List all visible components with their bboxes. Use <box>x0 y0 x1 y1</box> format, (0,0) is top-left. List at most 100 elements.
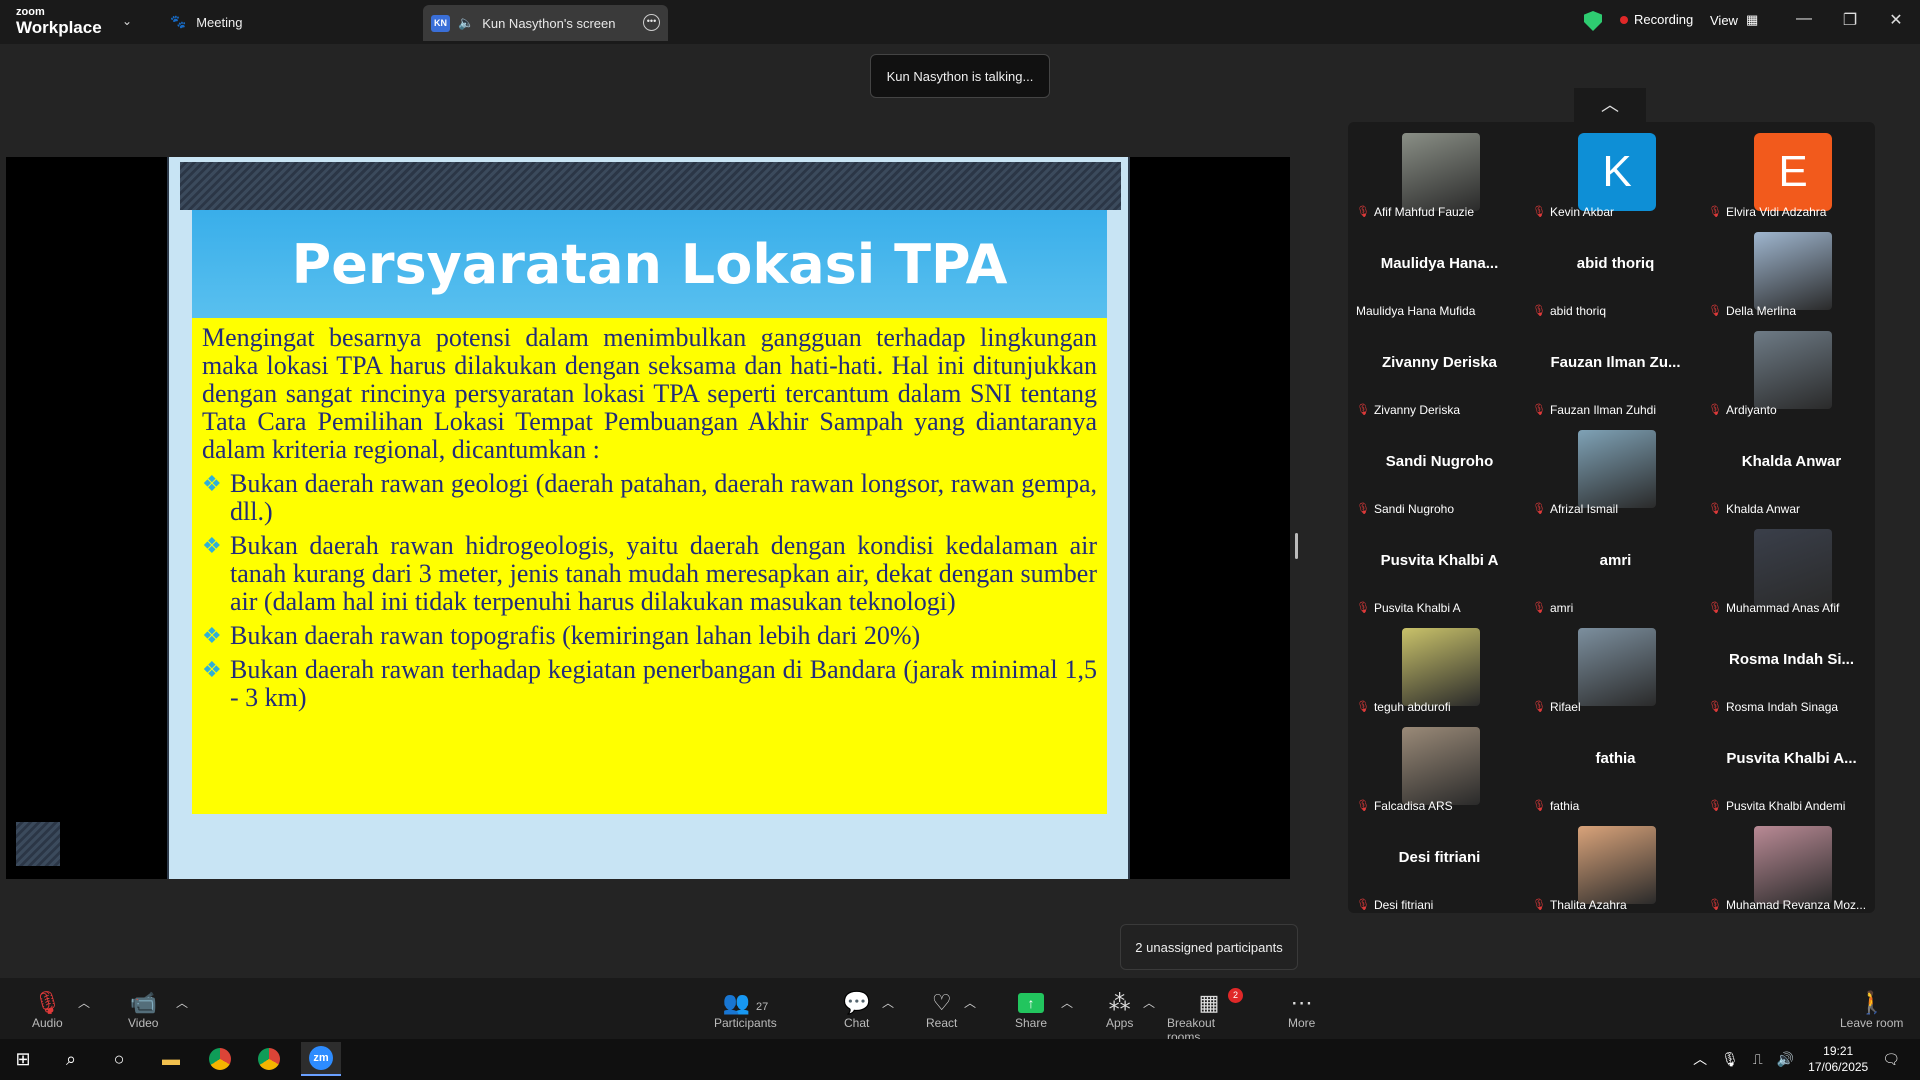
network-icon[interactable]: ⎍ <box>1753 1051 1763 1068</box>
unassigned-tooltip: 2 unassigned participants <box>1120 924 1298 970</box>
participant-video <box>1754 331 1832 409</box>
title-bar: zoom Workplace ⌄ 🐾 Meeting KN 🔈 Kun Nasy… <box>0 0 1920 44</box>
volume-icon[interactable]: 🔊 <box>1777 1051 1794 1068</box>
shared-screen: Persyaratan Lokasi TPA Mengingat besarny… <box>6 157 1290 879</box>
tab-shared-screen[interactable]: KN 🔈 Kun Nasython's screen ••• <box>423 5 668 41</box>
participant-tile[interactable]: Khalda Anwar 🎙 Khalda Anwar <box>1704 419 1875 518</box>
participant-tile[interactable]: 🎙 Della Merlina <box>1704 221 1875 320</box>
close-button[interactable]: ✕ <box>1886 10 1906 30</box>
bullet-text: Bukan daerah rawan geologi (daerah patah… <box>230 469 1097 526</box>
participant-tile[interactable]: 🎙 Muhammad Anas Afif <box>1704 518 1875 617</box>
mic-muted-icon: 🎙 <box>1708 602 1722 614</box>
collapse-gallery-button[interactable]: ︿ <box>1574 88 1646 122</box>
participant-video <box>1754 232 1832 310</box>
presenter-badge: KN <box>431 14 450 32</box>
share-options-caret[interactable]: ︿ <box>1061 994 1073 1011</box>
participant-tile[interactable]: Pusvita Khalbi A... 🎙 Pusvita Khalbi Andem… <box>1704 716 1875 815</box>
participant-tile[interactable]: Fauzan Ilman Zu... 🎙 Fauzan Ilman Zuhdi <box>1528 320 1703 419</box>
mic-muted-icon: 🎙 <box>1708 404 1722 416</box>
apps-label: Apps <box>1106 1016 1134 1030</box>
participant-name: Kevin Akbar <box>1549 204 1615 219</box>
chrome-icon[interactable] <box>207 1046 233 1072</box>
participant-display-name: Pusvita Khalbi A <box>1380 552 1499 569</box>
participant-display-name: Maulidya Hana... <box>1380 255 1499 272</box>
share-button[interactable]: ↑ Share <box>1015 990 1047 1030</box>
react-button[interactable]: ♡ React <box>926 990 957 1030</box>
participant-video <box>1402 727 1480 805</box>
logo-bottom: Workplace <box>16 18 102 37</box>
participant-tile[interactable]: 🎙 Falcadisa ARS <box>1352 716 1527 815</box>
participant-tile[interactable]: fathia 🎙 fathia <box>1528 716 1703 815</box>
chat-options-caret[interactable]: ︿ <box>882 994 894 1011</box>
slide-bullet: ❖ Bukan daerah rawan topografis (kemirin… <box>202 622 1097 650</box>
participant-tile[interactable]: 🎙 Thalita Azahra <box>1528 815 1703 913</box>
participants-button[interactable]: 👥 27 Participants <box>714 990 777 1030</box>
participant-tile[interactable]: 🎙 Muhamad Revanza Moz... <box>1704 815 1875 913</box>
breakout-rooms-button[interactable]: ▦ 2 Breakout rooms <box>1167 988 1251 1044</box>
logo-top: zoom <box>16 6 45 18</box>
chevron-down-icon[interactable]: ⌄ <box>122 14 132 28</box>
recording-indicator[interactable]: Recording <box>1620 12 1693 27</box>
leave-room-button[interactable]: 🚶 Leave room <box>1840 990 1903 1030</box>
participant-tile[interactable]: Maulidya Hana... Maulidya Hana Mufida <box>1352 221 1527 320</box>
video-button[interactable]: 📹 Video <box>128 990 158 1030</box>
clock[interactable]: 19:21 17/06/2025 <box>1808 1043 1868 1075</box>
security-shield-icon[interactable] <box>1584 11 1602 31</box>
participant-video <box>1402 133 1480 211</box>
view-button[interactable]: View ▦ <box>1710 12 1758 28</box>
participant-name-label: 🎙 abid thoriq <box>1532 301 1699 320</box>
more-button[interactable]: ⋯ More <box>1288 990 1315 1030</box>
participant-tile[interactable]: Rosma Indah Si... 🎙 Rosma Indah Sinaga <box>1704 617 1875 716</box>
participant-tile[interactable]: Pusvita Khalbi A 🎙 Pusvita Khalbi A <box>1352 518 1527 617</box>
chrome-profile-icon[interactable] <box>256 1046 282 1072</box>
participant-tile[interactable]: 🎙 Ardiyanto <box>1704 320 1875 419</box>
participant-tile[interactable]: Desi fitriani 🎙 Desi fitriani <box>1352 815 1527 913</box>
participant-tile[interactable]: Sandi Nugroho 🎙 Sandi Nugroho <box>1352 419 1527 518</box>
more-label: More <box>1288 1016 1316 1030</box>
video-options-caret[interactable]: ︿ <box>176 994 188 1011</box>
diamond-bullet-icon: ❖ <box>202 623 222 648</box>
bullet-text: Bukan daerah rawan terhadap kegiatan pen… <box>230 655 1097 712</box>
participant-name: Muhamad Revanza Moz... <box>1725 897 1867 912</box>
chat-button[interactable]: 💬 Chat <box>843 990 870 1030</box>
tab-meeting-label: Meeting <box>196 14 243 30</box>
participant-tile[interactable]: 🎙 Rifael <box>1528 617 1703 716</box>
participant-tile[interactable]: 🎙 teguh abdurofi <box>1352 617 1527 716</box>
maximize-button[interactable]: ❐ <box>1840 10 1860 30</box>
audio-options-caret[interactable]: ︿ <box>78 994 90 1011</box>
participant-name: Della Merlina <box>1725 303 1796 318</box>
windows-start-icon[interactable]: ⊞ <box>10 1046 36 1072</box>
participant-tile[interactable]: abid thoriq 🎙 abid thoriq <box>1528 221 1703 320</box>
participant-name: Rosma Indah Sinaga <box>1725 699 1839 714</box>
apps-options-caret[interactable]: ︿ <box>1143 994 1155 1011</box>
participant-tile[interactable]: E 🎙 Elvira Vidi Adzahra <box>1704 122 1875 221</box>
recording-label: Recording <box>1634 12 1694 27</box>
mic-muted-icon: 🎙 <box>1356 899 1370 911</box>
chevron-up-icon[interactable]: ︿ <box>1693 1049 1707 1069</box>
participant-name-label: 🎙 Zivanny Deriska <box>1356 400 1523 419</box>
react-options-caret[interactable]: ︿ <box>964 994 976 1011</box>
participant-name: Fauzan Ilman Zuhdi <box>1549 402 1657 417</box>
zoom-taskbar-icon[interactable]: zm <box>301 1042 341 1076</box>
leave-label: Leave room <box>1840 1016 1904 1030</box>
participant-tile[interactable]: amri 🎙 amri <box>1528 518 1703 617</box>
microphone-icon[interactable]: 🎙 <box>1721 1051 1739 1068</box>
notifications-icon[interactable]: 🗨 <box>1882 1051 1900 1068</box>
participant-name-label: 🎙 Khalda Anwar <box>1708 499 1875 518</box>
apps-button[interactable]: ⁂ Apps <box>1106 990 1133 1030</box>
minimize-button[interactable]: — <box>1794 10 1814 28</box>
task-view-icon[interactable]: ○ <box>106 1046 132 1072</box>
audio-button[interactable]: 🎙 Audio <box>32 990 63 1030</box>
participant-name-label: 🎙 Fauzan Ilman Zuhdi <box>1532 400 1699 419</box>
panel-resize-handle[interactable] <box>1295 533 1298 559</box>
participant-tile[interactable]: 🎙 Afrizal Ismail <box>1528 419 1703 518</box>
search-icon[interactable]: ⌕ <box>58 1046 84 1072</box>
participant-tile[interactable]: K 🎙 Kevin Akbar <box>1528 122 1703 221</box>
participant-name: Muhammad Anas Afif <box>1725 600 1840 615</box>
mic-muted-icon: 🎙 <box>1356 404 1370 416</box>
file-explorer-icon[interactable]: ▬ <box>158 1046 184 1072</box>
participant-tile[interactable]: Zivanny Deriska 🎙 Zivanny Deriska <box>1352 320 1527 419</box>
more-options-icon[interactable]: ••• <box>643 14 660 31</box>
tab-meeting[interactable]: 🐾 Meeting <box>170 11 242 33</box>
participant-tile[interactable]: 🎙 Afif Mahfud Fauzie <box>1352 122 1527 221</box>
